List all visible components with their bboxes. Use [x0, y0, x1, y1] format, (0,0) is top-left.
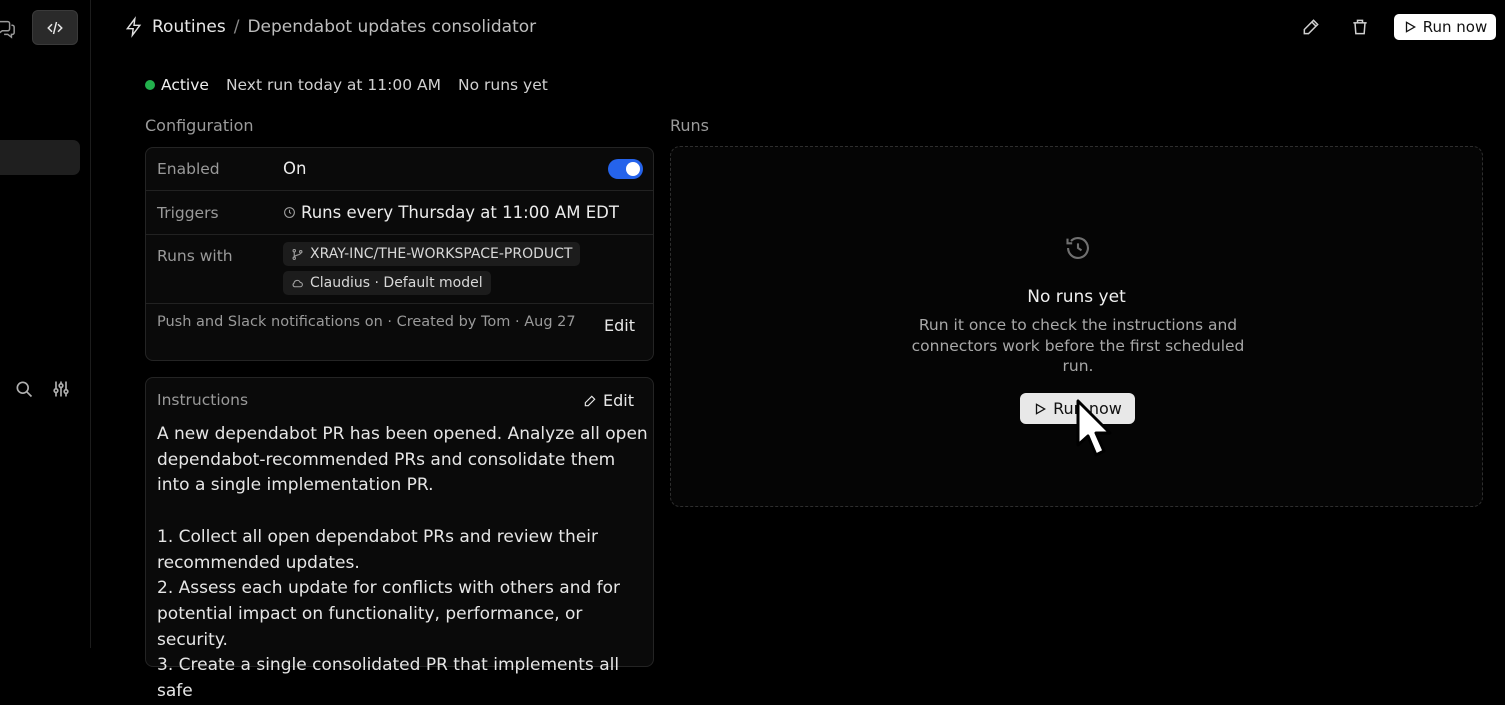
- notifications-row: Push and Slack notifications on · Create…: [146, 304, 653, 360]
- history-icon: [1064, 234, 1092, 262]
- run-now-label: Run now: [1422, 18, 1488, 36]
- run-now-button-header[interactable]: Run now: [1394, 14, 1496, 40]
- breadcrumb-routines[interactable]: Routines: [152, 17, 226, 37]
- instructions-step-1: 1. Collect all open dependabot PRs and r…: [157, 526, 599, 573]
- instructions-step-3: 3. Create a single consolidated PR that …: [157, 655, 620, 702]
- empty-title: No runs yet: [1027, 287, 1126, 307]
- cloud-icon: [292, 279, 303, 287]
- enabled-label: Enabled: [157, 160, 220, 178]
- next-run-text: Next run today at 11:00 AM: [225, 76, 442, 94]
- mouse-cursor-icon: [1076, 399, 1112, 457]
- edit-icon[interactable]: [1301, 17, 1321, 37]
- code-button[interactable]: [32, 10, 78, 45]
- play-icon: [1035, 402, 1047, 415]
- instructions-title: Instructions: [157, 391, 249, 409]
- instructions-card: Instructions Edit A new dependabot PR ha…: [145, 377, 654, 701]
- filter-sliders-icon[interactable]: [51, 379, 71, 399]
- breadcrumb: Routines / Dependabot updates consolidat…: [124, 13, 536, 41]
- enabled-value: On: [283, 159, 307, 178]
- runs-with-row: Runs with XRAY-INC/THE-WORKSPACE-PRODUCT…: [146, 235, 653, 304]
- empty-description: Run it once to check the instructions an…: [911, 316, 1245, 375]
- code-icon: [47, 21, 63, 34]
- trash-icon[interactable]: [1350, 17, 1370, 37]
- status-badge: Active: [161, 76, 209, 94]
- bolt-icon: [125, 16, 142, 38]
- enabled-toggle[interactable]: [608, 159, 643, 179]
- runs-title: Runs: [670, 116, 710, 135]
- triggers-text: Runs every Thursday at 11:00 AM EDT: [301, 203, 619, 222]
- sidebar: [0, 0, 91, 648]
- page-title: Dependabot updates consolidator: [247, 17, 537, 37]
- configuration-title: Configuration: [145, 116, 254, 135]
- status-dot-icon: [145, 80, 155, 90]
- repo-chip[interactable]: XRAY-INC/THE-WORKSPACE-PRODUCT: [283, 242, 581, 266]
- instructions-edit-button[interactable]: Edit: [583, 391, 634, 410]
- notifications-text: Push and Slack notifications on · Create…: [157, 314, 576, 330]
- play-icon: [1405, 21, 1416, 33]
- git-branch-icon: [292, 248, 303, 260]
- model-chip-label: Claudius · Default model: [310, 275, 483, 291]
- configuration-card: Enabled On Triggers Runs every Thursday …: [145, 147, 654, 361]
- instructions-edit-label: Edit: [603, 391, 634, 410]
- instructions-step-2: 2. Assess each update for conflicts with…: [157, 578, 621, 650]
- runs-with-label: Runs with: [157, 247, 233, 265]
- breadcrumb-separator: /: [233, 17, 240, 37]
- instructions-intro: A new dependabot PR has been opened. Ana…: [157, 424, 648, 496]
- triggers-value: Runs every Thursday at 11:00 AM EDT: [283, 203, 619, 222]
- instructions-body: A new dependabot PR has been opened. Ana…: [157, 422, 652, 705]
- triggers-label: Triggers: [157, 204, 219, 222]
- pencil-icon: [584, 395, 596, 406]
- config-edit-button[interactable]: Edit: [604, 316, 635, 335]
- sidebar-item-active[interactable]: [0, 140, 80, 175]
- repo-chip-label: XRAY-INC/THE-WORKSPACE-PRODUCT: [310, 246, 573, 262]
- clock-icon: [284, 207, 295, 218]
- search-icon[interactable]: [14, 379, 34, 399]
- runs-summary-text: No runs yet: [458, 76, 548, 94]
- triggers-row: Triggers Runs every Thursday at 11:00 AM…: [146, 191, 653, 235]
- model-chip[interactable]: Claudius · Default model: [283, 271, 491, 295]
- status-bar: Active Next run today at 11:00 AM No run…: [145, 76, 565, 94]
- enabled-row: Enabled On: [146, 148, 653, 191]
- chat-icon[interactable]: [0, 17, 16, 39]
